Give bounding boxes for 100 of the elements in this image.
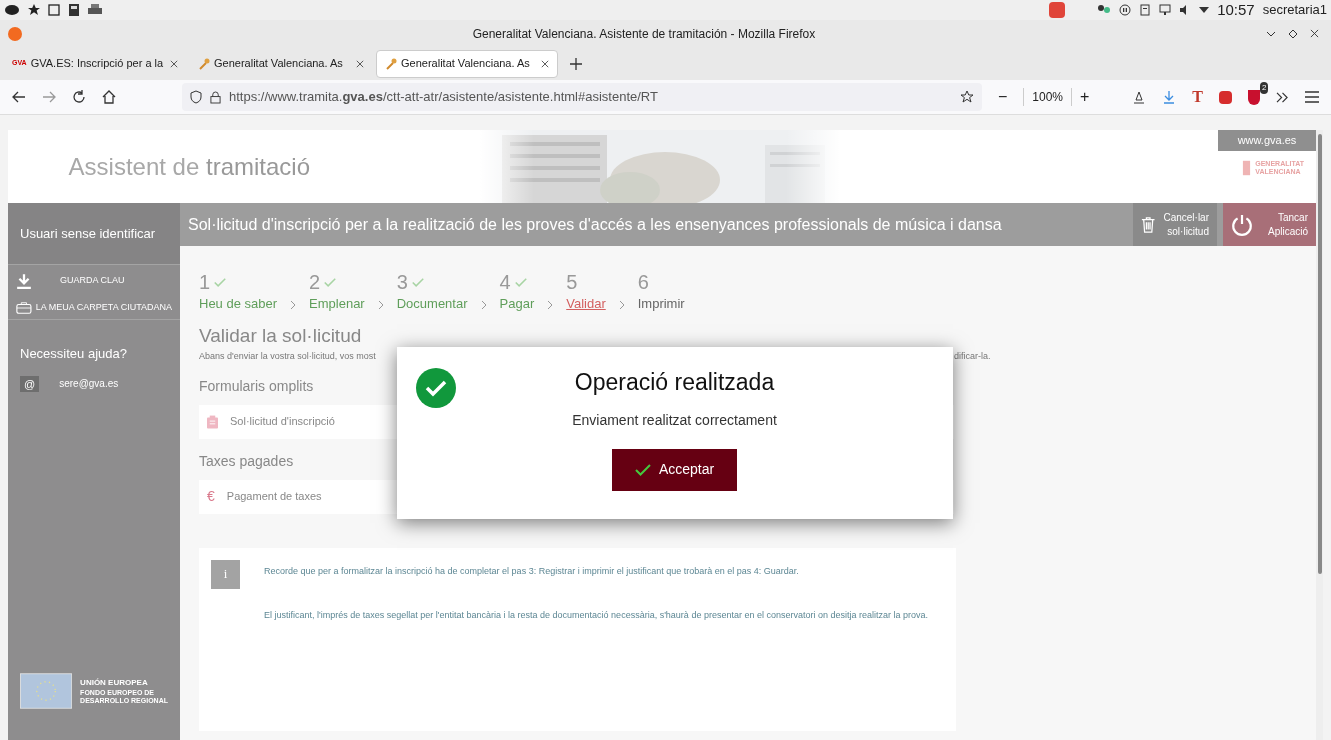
maximize-icon[interactable] bbox=[1288, 28, 1298, 39]
user-status: Usuari sense identificar bbox=[20, 224, 156, 243]
printer-icon[interactable] bbox=[88, 4, 102, 16]
overflow-icon[interactable] bbox=[1276, 91, 1289, 103]
step-link[interactable]: Validar bbox=[566, 294, 606, 314]
sidebar-link[interactable]: LA MEUA CARPETA CIUTADANA bbox=[16, 301, 172, 315]
help-heading: Necessiteu ajuda? bbox=[19, 345, 128, 363]
email-link[interactable]: sere@gva.es bbox=[59, 376, 119, 392]
address-bar[interactable]: https://www.tramita.gva.es/ctt-att-atr/asistente/asistente.html#asistente/RT bbox=[182, 83, 982, 111]
check-icon bbox=[411, 277, 424, 287]
lock-icon[interactable] bbox=[210, 90, 221, 104]
clipboard-icon bbox=[207, 414, 218, 429]
network-icon[interactable] bbox=[1159, 4, 1172, 16]
key-icon bbox=[385, 57, 397, 70]
trash-icon bbox=[1141, 214, 1156, 235]
zoom-in-button[interactable]: + bbox=[1080, 85, 1090, 109]
shield-icon[interactable] bbox=[190, 90, 202, 104]
tab-title: GVA.ES: Inscripció per a la bbox=[30, 56, 165, 72]
url-text: https://www.tramita.gva.es/ctt-att-atr/asistente/asistente.html#asistente/RT bbox=[229, 88, 659, 107]
calculator-icon[interactable] bbox=[68, 4, 80, 16]
step-number: 2 bbox=[309, 270, 365, 294]
zoom-level[interactable]: 100% bbox=[1023, 88, 1073, 106]
step-number: 1 bbox=[199, 270, 278, 294]
sidebar-link[interactable]: GUARDA CLAU bbox=[16, 273, 172, 289]
info-icon: i bbox=[211, 559, 240, 589]
step-number: 5 bbox=[566, 270, 579, 294]
forward-icon[interactable] bbox=[42, 91, 56, 103]
extension-icon[interactable] bbox=[1132, 90, 1147, 104]
group-heading: Formularis omplits bbox=[199, 376, 314, 396]
app-icon[interactable] bbox=[4, 4, 20, 16]
group-heading: Taxes pagades bbox=[199, 451, 294, 471]
info-text: Recorde que per a formalitzar la inscripció ha de completar el pas 3: Registrar i imprimir el justificant que trobarà en el pas 4: Guardar. bbox=[264, 564, 800, 578]
info-text: El justificant, l'imprés de taxes segellat per l'entitat bancària i la resta de documentació necessària, s'haurà de presentar en el conservatori on desitja realitzar la prova. bbox=[264, 608, 928, 622]
document-label: Sol·licitud d'inscripció bbox=[230, 414, 335, 430]
shield-extension-icon[interactable] bbox=[1248, 89, 1260, 105]
star-icon[interactable] bbox=[960, 90, 974, 104]
notification-badge: 2 bbox=[1260, 81, 1269, 94]
app-title: Assistent de tramitació bbox=[68, 151, 310, 182]
email-icon: @ bbox=[20, 375, 40, 392]
chevron-icon bbox=[377, 299, 384, 310]
close-icon[interactable] bbox=[541, 59, 549, 68]
step-link[interactable]: Pagar bbox=[499, 294, 535, 314]
home-icon[interactable] bbox=[102, 90, 116, 104]
intro-text: Abans d'enviar la vostra sol·licitud, vos most bbox=[199, 351, 376, 361]
close-icon[interactable] bbox=[170, 59, 178, 68]
success-icon bbox=[416, 368, 456, 408]
chevron-icon bbox=[618, 299, 625, 310]
page-title: Sol·licitud d'inscripció per a la realització de les proves d'accés a les ensenyances professionals de música i dansa bbox=[187, 214, 1003, 235]
site-link[interactable]: www.gva.es bbox=[1218, 130, 1316, 151]
minimize-icon[interactable] bbox=[1266, 30, 1276, 37]
window-icon[interactable] bbox=[48, 4, 60, 16]
check-icon bbox=[324, 277, 337, 287]
power-icon bbox=[1231, 213, 1253, 236]
intro-text: dificar-la. bbox=[954, 350, 991, 363]
step-link[interactable]: Imprimir bbox=[637, 294, 685, 314]
reload-icon[interactable] bbox=[72, 90, 86, 104]
browser-tab[interactable]: Generalitat Valenciana. As bbox=[190, 49, 372, 78]
zoom-out-button[interactable]: − bbox=[998, 85, 1008, 109]
download-icon[interactable] bbox=[1162, 90, 1177, 104]
pause-icon[interactable] bbox=[1119, 4, 1132, 16]
step-number: 3 bbox=[396, 270, 468, 294]
chevron-icon bbox=[480, 299, 487, 310]
back-icon[interactable] bbox=[12, 91, 26, 103]
chevron-icon bbox=[290, 299, 297, 310]
extension-t-icon[interactable]: T bbox=[1192, 85, 1203, 109]
chevron-icon bbox=[547, 299, 554, 310]
dialog-message: Enviament realitzat correctament bbox=[572, 410, 777, 430]
step-link[interactable]: Heu de saber bbox=[199, 294, 278, 314]
app-indicator-icon[interactable] bbox=[1049, 2, 1066, 18]
clipboard-icon[interactable] bbox=[1139, 4, 1152, 16]
eu-title: UNIÓN EUROPEA bbox=[80, 677, 149, 689]
dialog-title: Operació realitzada bbox=[574, 368, 775, 397]
tab-title: Generalitat Valenciana. As bbox=[214, 56, 344, 72]
check-icon bbox=[514, 277, 527, 287]
caret-icon[interactable] bbox=[1199, 7, 1210, 13]
people-icon[interactable] bbox=[1097, 4, 1112, 16]
document-label: Pagament de taxes bbox=[226, 489, 322, 505]
section-heading: Validar la sol·licitud bbox=[199, 323, 362, 348]
firefox-logo-icon bbox=[8, 26, 22, 41]
new-tab-icon[interactable] bbox=[570, 57, 582, 70]
step-number: 6 bbox=[637, 270, 650, 294]
tab-title: Generalitat Valenciana. As bbox=[401, 56, 531, 72]
browser-tab[interactable]: Generalitat Valenciana. As bbox=[376, 49, 558, 78]
star-icon[interactable] bbox=[28, 4, 40, 16]
accept-button[interactable]: Acceptar bbox=[612, 448, 737, 491]
window-title: Generalitat Valenciana. Asistente de tramitación - Mozilla Firefox bbox=[471, 25, 817, 43]
euro-icon: € bbox=[207, 486, 215, 507]
step-link[interactable]: Emplenar bbox=[309, 294, 365, 314]
close-icon[interactable] bbox=[356, 59, 364, 68]
download-icon bbox=[16, 273, 32, 289]
extension-icon[interactable] bbox=[1219, 90, 1232, 104]
key-icon bbox=[198, 57, 210, 70]
close-icon[interactable] bbox=[1310, 29, 1319, 38]
cancel-button[interactable]: Cancel·lar sol·licitud bbox=[1133, 203, 1217, 246]
scrollbar[interactable] bbox=[1317, 134, 1322, 574]
user-name[interactable]: secretaria1 bbox=[1262, 0, 1327, 20]
check-icon bbox=[214, 277, 227, 287]
close-app-button[interactable]: Tancar Aplicació bbox=[1223, 203, 1316, 246]
step-link[interactable]: Documentar bbox=[396, 294, 468, 314]
menu-icon[interactable] bbox=[1305, 91, 1319, 103]
